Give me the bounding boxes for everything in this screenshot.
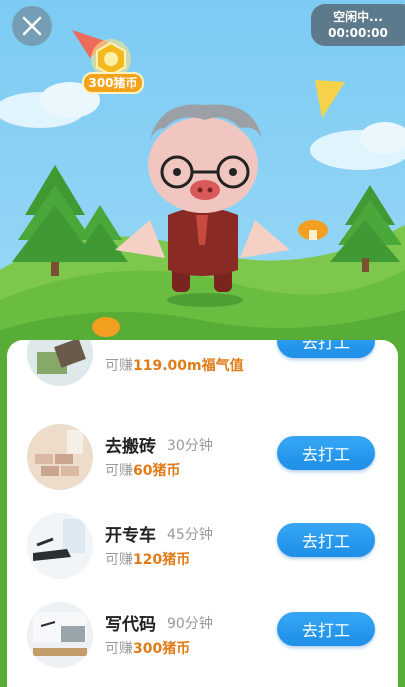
task-duration: 90分钟 bbox=[167, 616, 213, 632]
work-button[interactable]: 去打工 bbox=[277, 436, 375, 470]
task-duration: 30分钟 bbox=[167, 438, 213, 454]
status-text: 空闲中... bbox=[333, 10, 383, 24]
close-icon bbox=[22, 16, 42, 36]
status-timer: 00:00:00 bbox=[328, 26, 388, 40]
task-thumbnail bbox=[27, 424, 93, 490]
task-item-driving: 开专车 45分钟 可赚120猪币 去打工 bbox=[7, 509, 398, 597]
coin-reward-label: 300猪币 bbox=[82, 72, 144, 94]
close-button[interactable] bbox=[12, 6, 52, 46]
task-title: 写代码 bbox=[105, 615, 156, 635]
task-thumbnail bbox=[27, 513, 93, 579]
car-icon bbox=[27, 513, 93, 579]
work-button[interactable]: 去打工 bbox=[277, 340, 375, 358]
task-duration: 45分钟 bbox=[167, 527, 213, 543]
task-earn: 可赚300猪币 bbox=[105, 641, 191, 657]
task-earn: 可赚120猪币 bbox=[105, 552, 191, 568]
work-status-pill: 空闲中... 00:00:00 bbox=[311, 4, 405, 46]
task-earn: 可赚60猪币 bbox=[105, 463, 181, 479]
task-item-partial: 可赚119.00m福气值 去打工 bbox=[7, 340, 398, 398]
task-thumbnail bbox=[27, 340, 93, 386]
task-list-panel: 可赚119.00m福气值 去打工 去搬砖 30分钟 可赚60猪币 去打工 开专车… bbox=[7, 340, 398, 687]
task-item-coding: 写代码 90分钟 可赚300猪币 去打工 bbox=[7, 598, 398, 686]
task-title: 去搬砖 bbox=[105, 437, 156, 457]
work-button[interactable]: 去打工 bbox=[277, 523, 375, 557]
task-title: 开专车 bbox=[105, 526, 156, 546]
task-earn: 可赚119.00m福气值 bbox=[105, 358, 244, 374]
bricks-icon bbox=[27, 424, 93, 490]
work-button[interactable]: 去打工 bbox=[277, 612, 375, 646]
task-item-bricks: 去搬砖 30分钟 可赚60猪币 去打工 bbox=[7, 420, 398, 508]
laptop-icon bbox=[27, 602, 93, 668]
task-thumbnail bbox=[27, 602, 93, 668]
boxes-icon bbox=[27, 340, 93, 386]
